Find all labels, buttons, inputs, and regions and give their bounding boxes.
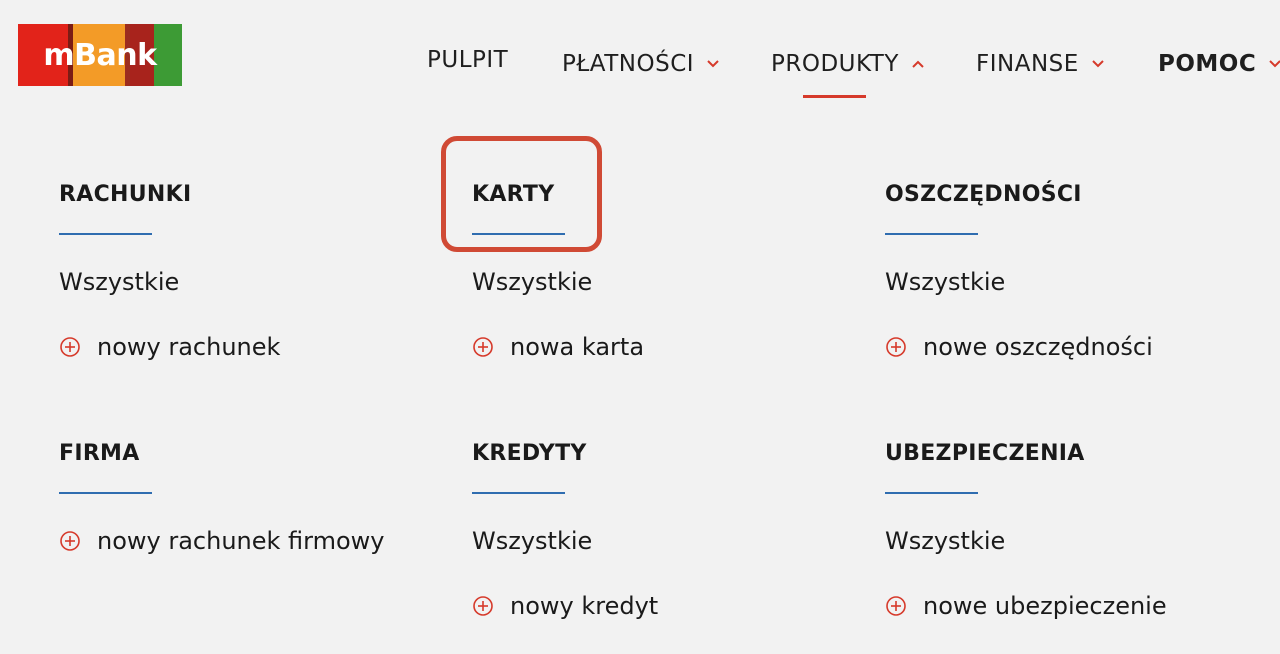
- nav-pomoc[interactable]: POMOC: [1158, 48, 1280, 80]
- add-ubezpieczenie-link[interactable]: nowe ubezpieczenie: [885, 592, 1167, 620]
- active-nav-underline: [803, 95, 866, 98]
- add-rachunek-firmowy-link[interactable]: nowy rachunek firmowy: [59, 527, 385, 555]
- section-title[interactable]: UBEZPIECZENIA: [885, 439, 1280, 469]
- nav-pomoc-label: POMOC: [1158, 51, 1257, 77]
- section-divider: [59, 233, 152, 235]
- nav-produkty-label: PRODUKTY: [771, 51, 899, 77]
- section-firma: FIRMA: [59, 439, 459, 494]
- nav-finanse[interactable]: FINANSE: [976, 48, 1105, 80]
- section-kredyty: KREDYTY: [472, 439, 872, 494]
- add-karta-label: nowa karta: [510, 333, 645, 361]
- nav-produkty[interactable]: PRODUKTY: [771, 48, 925, 80]
- add-rachunek-firmowy-label: nowy rachunek firmowy: [97, 527, 385, 555]
- chevron-down-icon: [1092, 60, 1104, 68]
- nav-pulpit-label: PULPIT: [427, 47, 509, 73]
- nav-platnosci[interactable]: PŁATNOŚCI: [562, 48, 720, 80]
- plus-circle-icon: [60, 531, 80, 551]
- section-oszczednosci: OSZCZĘDNOŚCI: [885, 180, 1280, 235]
- add-karta-link[interactable]: nowa karta: [472, 333, 644, 361]
- add-kredyt-label: nowy kredyt: [510, 592, 659, 620]
- add-kredyt-link[interactable]: nowy kredyt: [472, 592, 658, 620]
- nav-pulpit[interactable]: PULPIT: [427, 44, 508, 76]
- add-oszczednosci-link[interactable]: nowe oszczędności: [885, 333, 1153, 361]
- nav-finanse-label: FINANSE: [976, 51, 1079, 77]
- chevron-up-icon: [912, 60, 924, 68]
- plus-circle-icon: [473, 337, 493, 357]
- link-wszystkie-oszczednosci[interactable]: Wszystkie: [885, 268, 1005, 296]
- chevron-down-icon: [1269, 60, 1280, 68]
- add-ubezpieczenie-label: nowe ubezpieczenie: [923, 592, 1167, 620]
- section-ubezpieczenia: UBEZPIECZENIA: [885, 439, 1280, 494]
- section-rachunki: RACHUNKI: [59, 180, 459, 235]
- section-title[interactable]: KREDYTY: [472, 439, 872, 469]
- section-divider: [59, 492, 152, 494]
- plus-circle-icon: [60, 337, 80, 357]
- link-wszystkie-rachunki[interactable]: Wszystkie: [59, 268, 179, 296]
- mbank-logo[interactable]: mBank: [18, 24, 182, 86]
- plus-circle-icon: [473, 596, 493, 616]
- section-title[interactable]: FIRMA: [59, 439, 459, 469]
- add-oszczednosci-label: nowe oszczędności: [923, 333, 1153, 361]
- section-divider: [472, 492, 565, 494]
- add-rachunek-label: nowy rachunek: [97, 333, 281, 361]
- add-rachunek-link[interactable]: nowy rachunek: [59, 333, 280, 361]
- logo-text: mBank: [43, 37, 157, 73]
- section-title[interactable]: RACHUNKI: [59, 180, 459, 210]
- section-title[interactable]: OSZCZĘDNOŚCI: [885, 180, 1280, 210]
- section-divider: [885, 492, 978, 494]
- plus-circle-icon: [886, 337, 906, 357]
- link-wszystkie-karty[interactable]: Wszystkie: [472, 268, 592, 296]
- link-wszystkie-ubezpieczenia[interactable]: Wszystkie: [885, 527, 1005, 555]
- page: mBank PULPIT PŁATNOŚCI PRODUKTY FINANSE …: [0, 0, 1280, 654]
- chevron-down-icon: [707, 60, 719, 68]
- nav-platnosci-label: PŁATNOŚCI: [562, 51, 695, 77]
- highlight-annotation: [441, 136, 602, 252]
- link-wszystkie-kredyty[interactable]: Wszystkie: [472, 527, 592, 555]
- section-divider: [885, 233, 978, 235]
- plus-circle-icon: [886, 596, 906, 616]
